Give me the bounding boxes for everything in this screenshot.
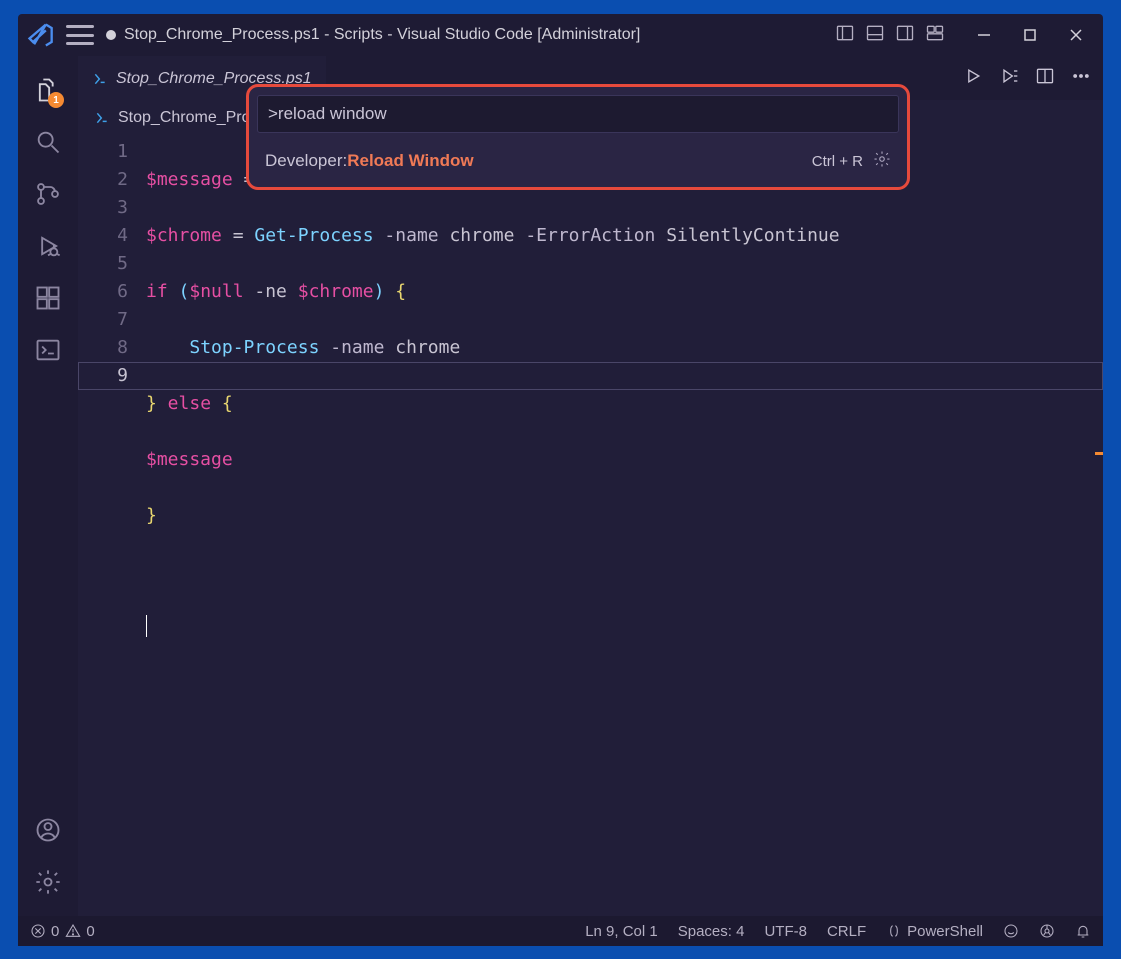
minimize-button[interactable] bbox=[961, 18, 1007, 52]
toggle-sidebar-icon[interactable] bbox=[835, 23, 855, 48]
status-cursor-position[interactable]: Ln 9, Col 1 bbox=[585, 923, 658, 940]
status-encoding[interactable]: UTF-8 bbox=[764, 923, 807, 940]
titlebar: Stop_Chrome_Process.ps1 - Scripts - Visu… bbox=[18, 14, 1103, 56]
status-feedback-icon[interactable] bbox=[1003, 923, 1019, 939]
powershell-file-icon bbox=[94, 110, 110, 126]
customize-layout-icon[interactable] bbox=[925, 23, 945, 48]
command-palette-input[interactable] bbox=[257, 95, 899, 133]
run-debug-icon[interactable] bbox=[26, 220, 70, 272]
run-button[interactable] bbox=[963, 66, 983, 91]
status-notifications-icon[interactable] bbox=[1075, 923, 1091, 939]
accounts-icon[interactable] bbox=[26, 804, 70, 856]
source-control-icon[interactable] bbox=[26, 168, 70, 220]
status-ports-icon[interactable] bbox=[1039, 923, 1055, 939]
settings-gear-icon[interactable] bbox=[26, 856, 70, 908]
powershell-file-icon bbox=[92, 71, 108, 87]
unsaved-indicator-icon bbox=[106, 30, 116, 40]
status-errors[interactable]: 0 bbox=[30, 923, 59, 940]
layout-controls bbox=[835, 23, 945, 48]
close-button[interactable] bbox=[1053, 18, 1099, 52]
minimap-indicator bbox=[1095, 452, 1103, 455]
command-palette-result[interactable]: Developer: Reload Window Ctrl + R bbox=[257, 143, 899, 179]
gear-icon[interactable] bbox=[869, 150, 891, 172]
run-selection-button[interactable] bbox=[999, 66, 1019, 91]
vscode-logo-icon bbox=[26, 21, 54, 49]
line-gutter: 1 2 3 4 5 6 7 8 9 bbox=[78, 136, 146, 916]
split-editor-button[interactable] bbox=[1035, 66, 1055, 91]
maximize-button[interactable] bbox=[1007, 18, 1053, 52]
explorer-badge: 1 bbox=[48, 92, 64, 108]
status-eol[interactable]: CRLF bbox=[827, 923, 866, 940]
extensions-icon[interactable] bbox=[26, 272, 70, 324]
code-editor[interactable]: 1 2 3 4 5 6 7 8 9 $message = "Chrome is … bbox=[78, 136, 1103, 916]
window-title: Stop_Chrome_Process.ps1 - Scripts - Visu… bbox=[124, 26, 640, 44]
command-palette: Developer: Reload Window Ctrl + R bbox=[246, 84, 910, 190]
code-content[interactable]: $message = "Chrome is not running" $chro… bbox=[146, 136, 1103, 916]
command-shortcut: Ctrl + R bbox=[812, 150, 891, 172]
search-icon[interactable] bbox=[26, 116, 70, 168]
status-bar: 0 0 Ln 9, Col 1 Spaces: 4 UTF-8 CRLF Pow… bbox=[18, 916, 1103, 946]
status-warnings[interactable]: 0 bbox=[65, 923, 94, 940]
status-indentation[interactable]: Spaces: 4 bbox=[678, 923, 745, 940]
menu-button[interactable] bbox=[66, 25, 94, 45]
vscode-window: Stop_Chrome_Process.ps1 - Scripts - Visu… bbox=[18, 14, 1103, 946]
explorer-icon[interactable]: 1 bbox=[26, 64, 70, 116]
toggle-secondary-sidebar-icon[interactable] bbox=[895, 23, 915, 48]
terminal-icon[interactable] bbox=[26, 324, 70, 376]
activity-bar: 1 bbox=[18, 56, 78, 916]
status-language[interactable]: PowerShell bbox=[886, 923, 983, 940]
toggle-panel-icon[interactable] bbox=[865, 23, 885, 48]
more-actions-button[interactable] bbox=[1071, 66, 1091, 91]
